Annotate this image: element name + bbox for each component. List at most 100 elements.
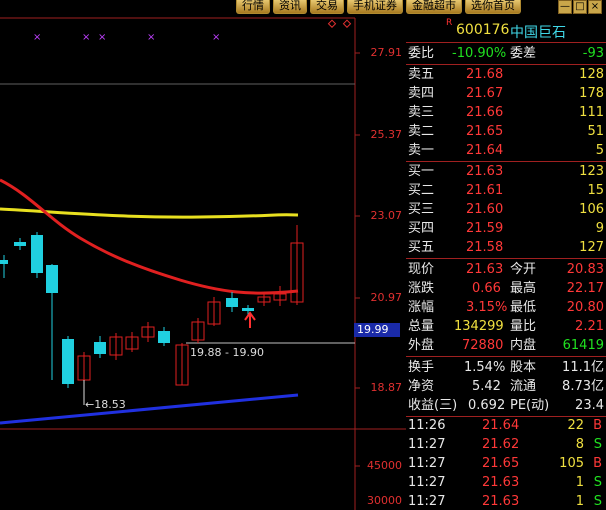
ask-label: 卖二: [408, 124, 435, 139]
bid-volume: 106: [579, 202, 604, 217]
price-axis-label: 23.07: [370, 209, 403, 222]
stock-terminal: { "tabs": ["行情", "资讯", "交易", "手机证券", "金融…: [0, 0, 606, 510]
tick-price: 21.63: [482, 494, 520, 509]
bid-row[interactable]: 买四 21.59 9: [406, 219, 606, 238]
commission-ratio-row: 委比 -10.90% 委差 -93: [406, 44, 606, 63]
ask-row[interactable]: 卖三 21.66 111: [406, 103, 606, 122]
fundamental-label: 收益(三): [408, 398, 458, 413]
fundamental-value: 0.692: [468, 398, 506, 413]
tick-row: 11:27 21.63 1 S: [406, 492, 606, 510]
stat-value: 22.17: [566, 281, 604, 296]
bid-label: 买一: [408, 164, 435, 179]
tick-volume: 105: [559, 456, 584, 471]
ma-mid-line: [0, 178, 299, 295]
commission-diff-label: 委差: [510, 46, 537, 61]
bid-volume: 127: [579, 240, 604, 255]
tick-row: 11:27 21.65 105 B: [406, 454, 606, 473]
stat-value: 21.63: [466, 262, 504, 277]
fundamental-value: 1.54%: [464, 360, 506, 375]
fundamental-label: 流通: [510, 379, 537, 394]
bid-label: 买四: [408, 221, 435, 236]
stat-value: 20.83: [566, 262, 604, 277]
tick-price: 21.65: [482, 456, 520, 471]
tick-price: 21.64: [482, 418, 520, 433]
tab-home[interactable]: 选你首页: [465, 0, 521, 14]
ask-label: 卖一: [408, 143, 435, 158]
quote-panel: 委比 -10.90% 委差 -93 卖五 21.68 128 卖四 21.67 …: [406, 20, 606, 510]
commission-diff-value: -93: [582, 46, 604, 61]
price-axis-label: 27.91: [370, 46, 403, 59]
stat-label: 内盘: [510, 338, 537, 353]
ask-price: 21.65: [466, 124, 504, 139]
bid-row[interactable]: 买五 21.58 127: [406, 238, 606, 257]
price-axis-label: 25.37: [370, 128, 403, 141]
candles: [0, 225, 304, 388]
bid-row[interactable]: 买二 21.61 15: [406, 181, 606, 200]
bid-volume: 9: [595, 221, 604, 236]
chart-canvas: [0, 17, 406, 510]
bid-row[interactable]: 买一 21.63 123: [406, 162, 606, 181]
commission-ratio-value: -10.90%: [452, 46, 507, 61]
fundamental-value: 5.42: [472, 379, 501, 394]
maximize-button[interactable]: □: [573, 0, 587, 14]
stat-label: 量比: [510, 319, 537, 334]
commission-ratio-label: 委比: [408, 46, 435, 61]
ask-row[interactable]: 卖一 21.64 5: [406, 141, 606, 160]
bid-price: 21.61: [466, 183, 504, 198]
low-annotation: ←18.53: [85, 398, 126, 411]
stat-row: 外盘 72880 内盘 61419: [406, 336, 606, 355]
event-marker[interactable]: ×: [147, 32, 155, 43]
tick-row: 11:27 21.63 1 S: [406, 473, 606, 492]
ask-label: 卖四: [408, 86, 435, 101]
tick-price: 21.63: [482, 475, 520, 490]
ask-row[interactable]: 卖五 21.68 128: [406, 65, 606, 84]
stat-row: 总量 134299 量比 2.21: [406, 317, 606, 336]
bid-label: 买三: [408, 202, 435, 217]
stat-row: 涨跌 0.66 最高 22.17: [406, 279, 606, 298]
tick-volume: 1: [575, 475, 584, 490]
ask-row[interactable]: 卖四 21.67 178: [406, 84, 606, 103]
ask-volume: 111: [579, 105, 604, 120]
candlestick-chart[interactable]: × × × × × 27.91 25.37 23.07 20.97 18.87 …: [0, 0, 406, 510]
close-button[interactable]: ×: [588, 0, 602, 14]
event-marker[interactable]: ×: [212, 32, 220, 43]
ask-row[interactable]: 卖二 21.65 51: [406, 122, 606, 141]
tab-finance-market[interactable]: 金融超市: [406, 0, 462, 14]
ask-label: 卖五: [408, 67, 435, 82]
bid-label: 买五: [408, 240, 435, 255]
tick-time: 11:27: [408, 437, 446, 452]
ask-volume: 5: [595, 143, 604, 158]
stat-value: 72880: [462, 338, 504, 353]
stat-label: 涨跌: [408, 281, 435, 296]
minimize-button[interactable]: —: [558, 0, 572, 14]
tick-volume: 1: [575, 494, 584, 509]
fundamental-label: PE(动): [510, 398, 550, 413]
bid-price: 21.60: [466, 202, 504, 217]
bid-volume: 15: [587, 183, 604, 198]
volume-axis-label: 45000: [367, 459, 402, 472]
event-marker[interactable]: ×: [82, 32, 90, 43]
tick-time: 11:27: [408, 475, 446, 490]
tick-side: S: [593, 475, 602, 490]
ask-volume: 128: [579, 67, 604, 82]
stat-value: 3.15%: [466, 300, 508, 315]
fundamental-label: 换手: [408, 360, 435, 375]
price-axis-label: 20.97: [370, 291, 403, 304]
bid-row[interactable]: 买三 21.60 106: [406, 200, 606, 219]
current-price-tag: 19.99: [354, 323, 400, 337]
stat-row: 涨幅 3.15% 最低 20.80: [406, 298, 606, 317]
ask-volume: 51: [587, 124, 604, 139]
tick-price: 21.62: [482, 437, 520, 452]
bid-price: 21.63: [466, 164, 504, 179]
stat-row: 现价 21.63 今开 20.83: [406, 260, 606, 279]
ask-price: 21.64: [466, 143, 504, 158]
stat-value: 0.66: [472, 281, 501, 296]
stat-label: 今开: [510, 262, 537, 277]
bid-label: 买二: [408, 183, 435, 198]
volume-axis-label: 30000: [367, 494, 402, 507]
event-marker[interactable]: ×: [33, 32, 41, 43]
event-marker[interactable]: ×: [98, 32, 106, 43]
stat-label: 最低: [510, 300, 537, 315]
tick-side: S: [593, 437, 602, 452]
fundamental-row: 净资 5.42 流通 8.73亿: [406, 377, 606, 396]
